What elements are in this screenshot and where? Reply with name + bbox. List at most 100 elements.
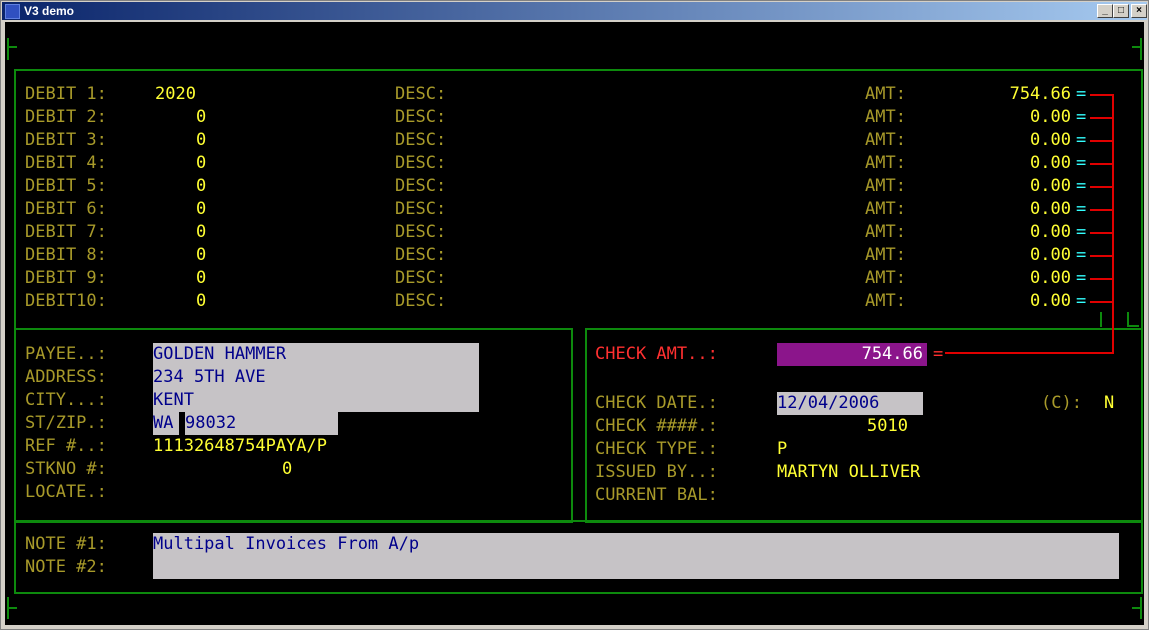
c-value-field[interactable]: N — [1104, 392, 1114, 415]
minimize-button[interactable]: _ — [1097, 4, 1113, 18]
city-label: CITY...: — [25, 390, 107, 410]
amount-field[interactable]: 754.66 — [1010, 83, 1071, 106]
sum-tick — [1090, 163, 1113, 165]
amount-field[interactable]: 0.00 — [1030, 106, 1071, 129]
debit-account-field[interactable]: 0 — [196, 267, 206, 290]
app-icon — [5, 4, 20, 19]
debit-label: DEBIT 2: — [25, 107, 107, 127]
equals-sign: = — [1076, 245, 1087, 265]
debit-account-field[interactable]: 2020 — [155, 83, 196, 106]
note1-field[interactable]: Multipal Invoices From A/p — [153, 533, 1119, 556]
title-bar[interactable]: V3 demo _ □ × — [2, 2, 1147, 20]
zip-field[interactable]: 98032 — [185, 412, 338, 435]
desc-label: DESC: — [395, 245, 447, 265]
desc-label: DESC: — [395, 222, 447, 242]
sum-tick — [1090, 117, 1113, 119]
debit-account-field[interactable]: 0 — [196, 106, 206, 129]
sum-tick — [1090, 278, 1113, 280]
equals-sign: = — [1076, 107, 1087, 127]
amt-label: AMT: — [865, 153, 906, 173]
app-window: V3 demo _ □ × DEBIT 1: 2020 DESC: AMT: 7… — [0, 0, 1149, 630]
amt-label: AMT: — [865, 245, 906, 265]
debit-account-field[interactable]: 0 — [196, 129, 206, 152]
sum-connector — [945, 352, 1114, 354]
close-button[interactable]: × — [1131, 4, 1147, 18]
equals-sign: = — [1076, 222, 1087, 242]
equals-sign: = — [1076, 176, 1087, 196]
debit-account-field[interactable]: 0 — [196, 175, 206, 198]
terminal-screen[interactable]: DEBIT 1: 2020 DESC: AMT: 754.66 = DEBIT … — [5, 22, 1144, 625]
desc-label: DESC: — [395, 130, 447, 150]
issued-by-field[interactable]: MARTYN OLLIVER — [777, 461, 920, 484]
check-amt-equals: = — [933, 344, 944, 364]
divider-mark — [1127, 325, 1139, 327]
amt-label: AMT: — [865, 130, 906, 150]
debit-label: DEBIT 3: — [25, 130, 107, 150]
stkno-label: STKNO #: — [25, 459, 107, 479]
amount-field[interactable]: 0.00 — [1030, 198, 1071, 221]
check-number-field[interactable]: 5010 — [867, 415, 908, 438]
amt-label: AMT: — [865, 176, 906, 196]
corner-mark — [7, 607, 17, 609]
desc-label: DESC: — [395, 199, 447, 219]
check-type-field[interactable]: P — [777, 438, 787, 461]
amt-label: AMT: — [865, 268, 906, 288]
note2-field[interactable] — [153, 556, 1119, 579]
payee-label: PAYEE..: — [25, 344, 107, 364]
state-field[interactable]: WA — [153, 412, 179, 435]
desc-label: DESC: — [395, 268, 447, 288]
sum-tick — [1090, 232, 1113, 234]
debit-label: DEBIT 1: — [25, 84, 107, 104]
divider-mark — [1100, 312, 1102, 327]
address-label: ADDRESS: — [25, 367, 107, 387]
stzip-label: ST/ZIP.: — [25, 413, 107, 433]
equals-sign: = — [1076, 130, 1087, 150]
debit-label: DEBIT 6: — [25, 199, 107, 219]
amount-field[interactable]: 0.00 — [1030, 290, 1071, 313]
stkno-field[interactable]: 0 — [282, 458, 292, 481]
equals-sign: = — [1076, 199, 1087, 219]
amount-field[interactable]: 0.00 — [1030, 129, 1071, 152]
equals-sign: = — [1076, 291, 1087, 311]
check-date-label: CHECK DATE.: — [595, 393, 718, 413]
locate-label: LOCATE.: — [25, 482, 107, 502]
check-date-field[interactable]: 12/04/2006 — [777, 392, 923, 415]
amt-label: AMT: — [865, 84, 906, 104]
amt-label: AMT: — [865, 107, 906, 127]
debit-account-field[interactable]: 0 — [196, 198, 206, 221]
desc-label: DESC: — [395, 291, 447, 311]
sum-tick — [1090, 186, 1113, 188]
city-field[interactable]: KENT — [153, 389, 479, 412]
check-amt-field[interactable]: 754.66 — [777, 343, 927, 366]
sum-tick — [1090, 255, 1113, 257]
debit-label: DEBIT 8: — [25, 245, 107, 265]
note2-label: NOTE #2: — [25, 557, 107, 577]
amount-field[interactable]: 0.00 — [1030, 152, 1071, 175]
amount-field[interactable]: 0.00 — [1030, 175, 1071, 198]
maximize-button[interactable]: □ — [1113, 4, 1129, 18]
check-number-label: CHECK ####.: — [595, 416, 718, 436]
amount-field[interactable]: 0.00 — [1030, 244, 1071, 267]
address-field[interactable]: 234 5TH AVE — [153, 366, 479, 389]
debit-account-field[interactable]: 0 — [196, 221, 206, 244]
debit-account-field[interactable]: 0 — [196, 152, 206, 175]
debit-section — [14, 69, 1143, 329]
corner-mark — [7, 38, 9, 60]
amt-label: AMT: — [865, 222, 906, 242]
ref-label: REF #..: — [25, 436, 107, 456]
check-amt-label: CHECK AMT..: — [595, 344, 718, 364]
debit-label: DEBIT 4: — [25, 153, 107, 173]
amt-label: AMT: — [865, 199, 906, 219]
note1-label: NOTE #1: — [25, 534, 107, 554]
debit-account-field[interactable]: 0 — [196, 290, 206, 313]
debit-account-field[interactable]: 0 — [196, 244, 206, 267]
sum-tick — [1090, 140, 1113, 142]
amount-field[interactable]: 0.00 — [1030, 267, 1071, 290]
ref-field[interactable]: 11132648754PAYA/P — [153, 435, 327, 458]
sum-bracket — [1112, 94, 1114, 354]
desc-label: DESC: — [395, 84, 447, 104]
amount-field[interactable]: 0.00 — [1030, 221, 1071, 244]
debit-label: DEBIT 9: — [25, 268, 107, 288]
payee-field[interactable]: GOLDEN HAMMER — [153, 343, 479, 366]
check-type-label: CHECK TYPE.: — [595, 439, 718, 459]
